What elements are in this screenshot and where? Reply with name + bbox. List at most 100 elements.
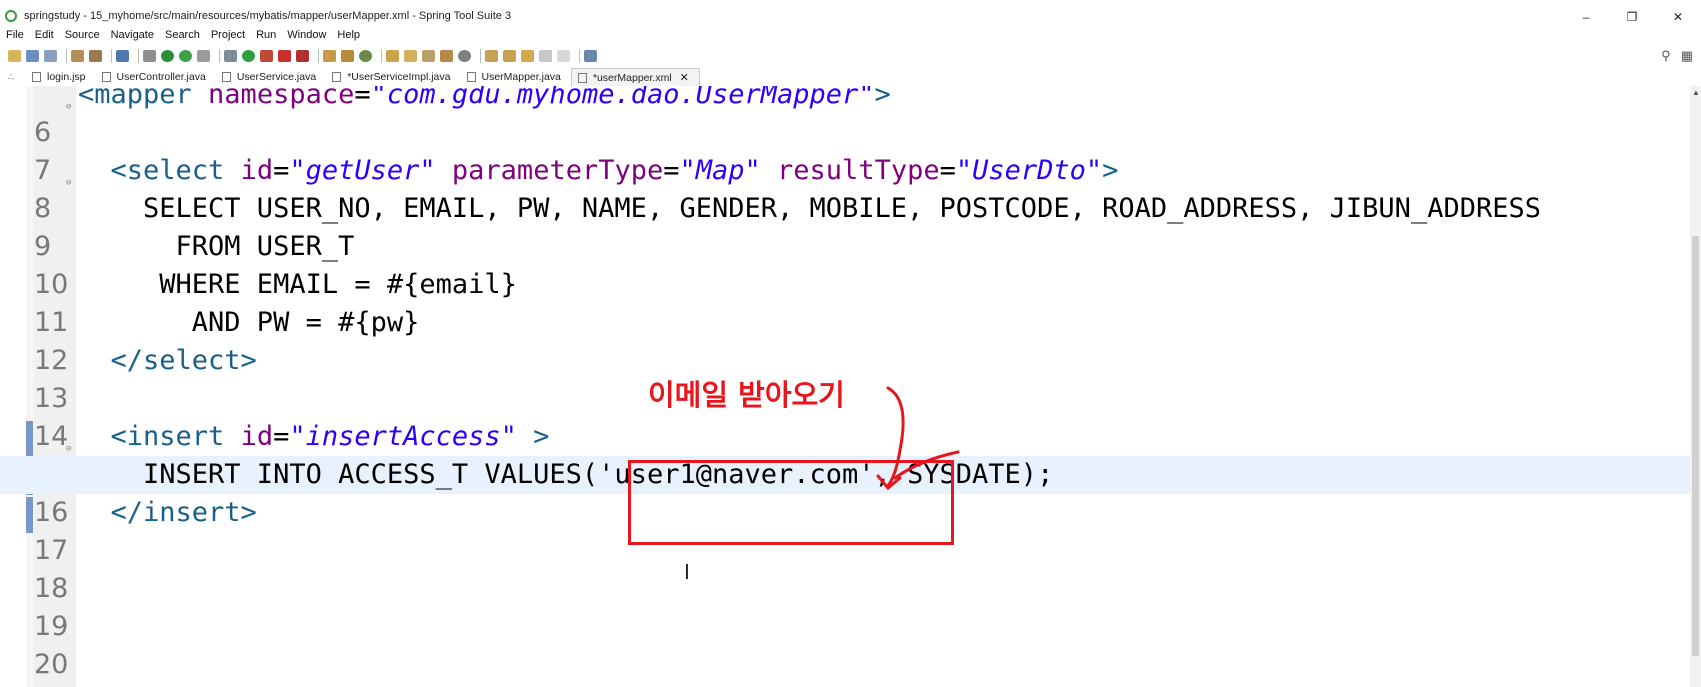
tab-label: UserController.java: [116, 71, 206, 83]
scroll-up-icon[interactable]: ▲: [1692, 88, 1700, 97]
java-file-icon: [101, 72, 111, 82]
menu-project[interactable]: Project: [205, 27, 250, 45]
spring-tool-suite-icon: [5, 10, 17, 22]
annotation-icon[interactable]: [440, 50, 453, 62]
code-line: 8 ⊖ <select id="getUser" parameterType="…: [0, 152, 1690, 224]
save-all-icon[interactable]: [44, 50, 57, 62]
code-line: 11 WHERE EMAIL = #{email}: [0, 266, 1690, 338]
toolbar-separator: [138, 49, 139, 63]
console-icon[interactable]: [116, 50, 129, 62]
maximize-button[interactable]: ❐: [1609, 7, 1655, 27]
new-package-icon[interactable]: [323, 50, 336, 62]
next-annotation-icon[interactable]: [485, 50, 498, 62]
menu-bar: File Edit Source Navigate Search Project…: [0, 27, 1701, 45]
stop-icon[interactable]: [197, 50, 210, 62]
code-line: 6 ⊖ <mapper namespace="com.gdu.myhome.da…: [0, 86, 1690, 148]
external-tools-icon[interactable]: [278, 50, 291, 62]
new-class-icon[interactable]: [341, 50, 354, 62]
open-task-icon[interactable]: [386, 50, 399, 62]
title-bar: springstudy - 15_myhome/src/main/resourc…: [0, 7, 1701, 27]
window-controls: – ❐ ✕: [1563, 7, 1701, 27]
code-text: SELECT USER_NO, EMAIL, PW, NAME, GENDER,…: [78, 193, 1541, 224]
search-globe-icon[interactable]: [458, 50, 471, 62]
jsp-file-icon: [32, 72, 41, 82]
run-icon[interactable]: [242, 50, 255, 62]
java-file-icon: [332, 72, 342, 82]
text-cursor-icon: I: [684, 560, 690, 584]
tab-user-service[interactable]: UserService.java: [216, 68, 326, 86]
tab-label: UserService.java: [236, 71, 317, 83]
skip-breakpoints-icon[interactable]: [143, 50, 156, 62]
code-line: 14: [0, 380, 1690, 452]
menu-window[interactable]: Window: [281, 27, 331, 45]
minimize-button[interactable]: –: [1563, 7, 1609, 27]
last-edit-icon[interactable]: [521, 50, 534, 62]
tab-label: *userMapper.xml: [592, 71, 672, 84]
menu-run[interactable]: Run: [250, 27, 281, 45]
code-line: 20: [0, 608, 1690, 680]
open-folder-icon[interactable]: [404, 50, 417, 62]
menu-source[interactable]: Source: [59, 27, 105, 45]
new-file-icon[interactable]: [8, 50, 21, 62]
xml-file-icon: [577, 72, 587, 83]
tab-user-mapper-xml[interactable]: *userMapper.xml ✕: [570, 67, 700, 87]
window-title: springstudy - 15_myhome/src/main/resourc…: [24, 10, 512, 22]
debug-icon[interactable]: [224, 50, 237, 62]
vertical-scrollbar[interactable]: ▲: [1690, 86, 1701, 687]
open-resource-icon[interactable]: [89, 50, 102, 62]
back-icon[interactable]: [539, 50, 552, 62]
menu-edit[interactable]: Edit: [29, 27, 59, 45]
pen-icon[interactable]: [422, 50, 435, 62]
tab-user-service-impl[interactable]: *UserServiceImpl.java: [326, 68, 460, 86]
menu-file[interactable]: File: [0, 27, 29, 45]
code-text: <select id="getUser" parameterType="Map"…: [78, 155, 1119, 186]
code-text: WHERE EMAIL = #{email}: [78, 269, 517, 300]
close-window-button[interactable]: ✕: [1655, 7, 1701, 27]
code-text: FROM USER_T: [78, 231, 355, 262]
close-tab-icon[interactable]: ✕: [680, 71, 689, 84]
server-icon[interactable]: [296, 50, 309, 62]
tab-user-mapper-java[interactable]: UserMapper.java: [461, 68, 571, 86]
annotation-label: 이메일 받아오기: [648, 378, 845, 412]
code-line: 12 AND PW = #{pw}: [0, 304, 1690, 376]
main-toolbar: [0, 46, 1701, 66]
code-editor[interactable]: 6 ⊖ <mapper namespace="com.gdu.myhome.da…: [0, 86, 1690, 687]
search-icon[interactable]: ⚲: [1661, 48, 1671, 64]
menu-help[interactable]: Help: [331, 27, 365, 45]
code-text: AND PW = #{pw}: [78, 307, 420, 338]
line-number: 20: [34, 649, 69, 680]
spring-boot-dashboard-icon[interactable]: [161, 50, 174, 62]
ide-window: springstudy - 15_myhome/src/main/resourc…: [0, 0, 1701, 687]
toolbar-separator: [111, 49, 112, 63]
open-perspective-icon[interactable]: ▦: [1681, 48, 1693, 64]
editor-tabs: login.jsp UserController.java UserServic…: [0, 67, 1701, 87]
menu-navigate[interactable]: Navigate: [105, 27, 159, 45]
toolbar-separator: [66, 49, 67, 63]
forward-icon[interactable]: [557, 50, 570, 62]
previous-annotation-icon[interactable]: [503, 50, 516, 62]
tab-label: *UserServiceImpl.java: [347, 71, 451, 83]
tab-login-jsp[interactable]: login.jsp: [26, 68, 96, 86]
code-text: <mapper namespace="com.gdu.myhome.dao.Us…: [78, 86, 891, 110]
toolbar-separator: [480, 49, 481, 63]
annotation-highlight-box: [628, 460, 954, 545]
toolbar-separator: [381, 49, 382, 63]
menu-search[interactable]: Search: [159, 27, 205, 45]
toolbar-separator: [318, 49, 319, 63]
code-text: <insert id="insertAccess" >: [78, 421, 550, 452]
toolbar-right: ⚲ ▦: [1661, 46, 1693, 66]
tab-label: login.jsp: [47, 71, 86, 83]
save-icon[interactable]: [26, 50, 39, 62]
open-type-icon[interactable]: [71, 50, 84, 62]
scrollbar-thumb[interactable]: [1692, 236, 1699, 656]
pin-editor-icon[interactable]: [584, 50, 597, 62]
tab-user-controller[interactable]: UserController.java: [96, 68, 216, 86]
code-text: </select>: [78, 345, 257, 376]
relaunch-icon[interactable]: [179, 50, 192, 62]
code-line: 19: [0, 570, 1690, 642]
toolbar-separator: [579, 49, 580, 63]
java-file-icon: [221, 72, 231, 82]
refresh-icon[interactable]: [359, 50, 372, 62]
toolbar-separator: [219, 49, 220, 63]
run-config-icon[interactable]: [260, 50, 273, 62]
